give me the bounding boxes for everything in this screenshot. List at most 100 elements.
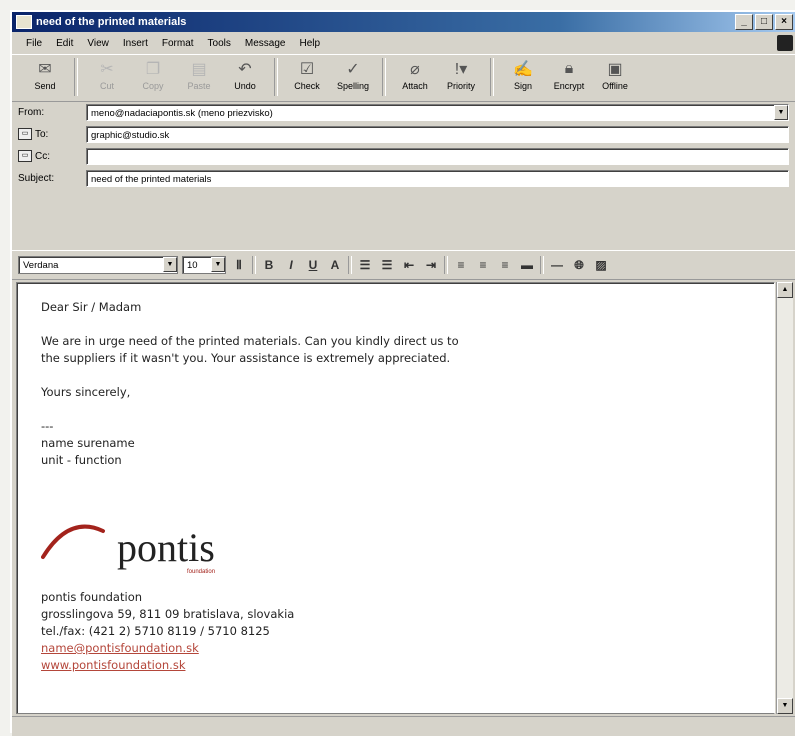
paste-label: Paste <box>187 81 211 91</box>
logo-text: pontis <box>117 525 215 570</box>
status-bar <box>12 716 795 736</box>
font-size-select[interactable]: 10 ▼ <box>182 256 226 274</box>
priority-label: Priority <box>446 81 475 91</box>
menu-edit[interactable]: Edit <box>56 38 73 49</box>
organization-signature: pontis foundation grosslingova 59, 811 0… <box>41 589 294 674</box>
encrypt-button[interactable]: 🔒︎ Encrypt <box>546 55 592 99</box>
font-select[interactable]: Verdana ▼ <box>18 256 178 274</box>
paste-icon: ▤ <box>191 61 207 78</box>
to-value: graphic@studio.sk <box>91 129 170 141</box>
website-link[interactable]: www.pontisfoundation.sk <box>41 657 294 674</box>
scissors-icon: ✂ <box>100 61 114 78</box>
offline-button[interactable]: ▣ Offline <box>592 55 638 99</box>
compose-window: need of the printed materials _ □ × File… <box>10 10 795 736</box>
maximize-button[interactable]: □ <box>755 14 773 30</box>
org-name: pontis foundation <box>41 590 143 604</box>
from-label: From: <box>18 106 45 118</box>
scroll-up-icon[interactable]: ▲ <box>777 282 793 298</box>
offline-label: Offline <box>602 81 628 91</box>
lock-icon: 🔒︎ <box>564 60 574 77</box>
formatting-toolbar: Verdana ▼ 10 ▼ Ⅱ B I U A ☰ ☰ ⇤ ⇥ ≡ ≡ ≡ ▬… <box>12 250 795 280</box>
send-label: Send <box>34 81 56 91</box>
attach-label: Attach <box>402 81 428 91</box>
copy-button[interactable]: ❐ Copy <box>130 55 176 99</box>
copy-icon: ❐ <box>145 61 161 78</box>
message-body[interactable]: Dear Sir / Madam We are in urge need of … <box>16 282 775 714</box>
decrease-indent-icon[interactable]: ⇤ <box>400 256 418 274</box>
chevron-down-icon[interactable]: ▼ <box>774 104 788 120</box>
font-size-value: 10 <box>187 260 198 271</box>
logo-arc <box>41 524 105 559</box>
menu-message[interactable]: Message <box>245 38 286 49</box>
align-left-icon[interactable]: ≡ <box>452 256 470 274</box>
cut-label: Cut <box>99 81 114 91</box>
toolbar-separator <box>490 58 494 96</box>
toolbar-separator <box>540 256 544 274</box>
paragraph-style-icon[interactable]: Ⅱ <box>230 256 248 274</box>
subject-field[interactable]: need of the printed materials <box>86 169 789 187</box>
offline-icon: ▣ <box>607 61 623 78</box>
to-label: To: <box>35 128 49 140</box>
close-button[interactable]: × <box>775 14 793 30</box>
menu-file[interactable]: File <box>26 38 42 49</box>
scroll-down-icon[interactable]: ▼ <box>777 698 793 714</box>
justify-icon[interactable]: ▬ <box>518 256 536 274</box>
menu-format[interactable]: Format <box>162 38 194 49</box>
underline-icon[interactable]: U <box>304 256 322 274</box>
bold-icon[interactable]: B <box>260 256 278 274</box>
from-field[interactable]: meno@nadaciapontis.sk (meno priezvisko) … <box>86 103 789 121</box>
paste-button[interactable]: ▤ Paste <box>176 55 222 99</box>
sign-icon: ✍ <box>513 61 533 78</box>
chevron-down-icon[interactable]: ▼ <box>163 257 177 272</box>
minimize-button[interactable]: _ <box>735 14 753 30</box>
menu-help[interactable]: Help <box>299 38 320 49</box>
message-icon <box>16 15 32 29</box>
to-field[interactable]: graphic@studio.sk <box>86 125 789 143</box>
cut-button[interactable]: ✂ Cut <box>84 55 130 99</box>
email-link[interactable]: name@pontisfoundation.sk <box>41 640 294 657</box>
align-center-icon[interactable]: ≡ <box>474 256 492 274</box>
insert-picture-icon[interactable]: ▨ <box>592 256 610 274</box>
window-title: need of the printed materials <box>36 16 187 28</box>
undo-button[interactable]: ↶ Undo <box>222 55 268 99</box>
sign-label: Sign <box>513 81 532 91</box>
bullet-list-icon[interactable]: ☰ <box>378 256 396 274</box>
closing: Yours sincerely, <box>41 385 131 399</box>
menu-bar: File Edit View Insert Format Tools Messa… <box>12 34 795 52</box>
menu-insert[interactable]: Insert <box>123 38 148 49</box>
horizontal-line-icon[interactable]: — <box>548 256 566 274</box>
check-button[interactable]: ☑ Check <box>284 55 330 99</box>
toolbar-separator <box>382 58 386 96</box>
toolbar: ✉ Send ✂ Cut ❐ Copy ▤ Paste ↶ Undo ☑ Che… <box>12 54 795 102</box>
sign-button[interactable]: ✍ Sign <box>500 55 546 99</box>
undo-icon: ↶ <box>238 61 252 78</box>
chevron-down-icon[interactable]: ▼ <box>211 257 225 272</box>
undo-label: Undo <box>234 81 256 91</box>
to-label-group[interactable]: ▭ To: <box>18 128 48 140</box>
font-value: Verdana <box>23 260 59 271</box>
priority-button[interactable]: !▾ Priority <box>438 55 484 99</box>
send-button[interactable]: ✉ Send <box>22 55 68 99</box>
subject-row: Subject: need of the printed materials <box>12 168 795 188</box>
increase-indent-icon[interactable]: ⇥ <box>422 256 440 274</box>
toolbar-separator <box>274 58 278 96</box>
priority-icon: !▾ <box>454 61 468 78</box>
menu-view[interactable]: View <box>87 38 109 49</box>
vertical-scrollbar[interactable]: ▲ ▼ <box>776 282 793 714</box>
italic-icon[interactable]: I <box>282 256 300 274</box>
numbered-list-icon[interactable]: ☰ <box>356 256 374 274</box>
encrypt-label: Encrypt <box>553 81 585 91</box>
spelling-button[interactable]: ✓ Spelling <box>330 55 376 99</box>
align-right-icon[interactable]: ≡ <box>496 256 514 274</box>
hyperlink-icon[interactable]: 🌐︎ <box>570 256 588 274</box>
cc-label-group[interactable]: ▭ Cc: <box>18 150 50 162</box>
to-row: ▭ To: graphic@studio.sk <box>12 124 795 144</box>
attach-button[interactable]: ⌀ Attach <box>392 55 438 99</box>
title-bar[interactable]: need of the printed materials _ □ × <box>12 12 795 32</box>
signature-separator: --- <box>41 419 54 433</box>
menu-tools[interactable]: Tools <box>208 38 231 49</box>
logo-subtext: foundation <box>187 569 215 575</box>
cc-field[interactable] <box>86 147 789 165</box>
font-color-icon[interactable]: A <box>326 256 344 274</box>
cc-label: Cc: <box>35 150 50 162</box>
